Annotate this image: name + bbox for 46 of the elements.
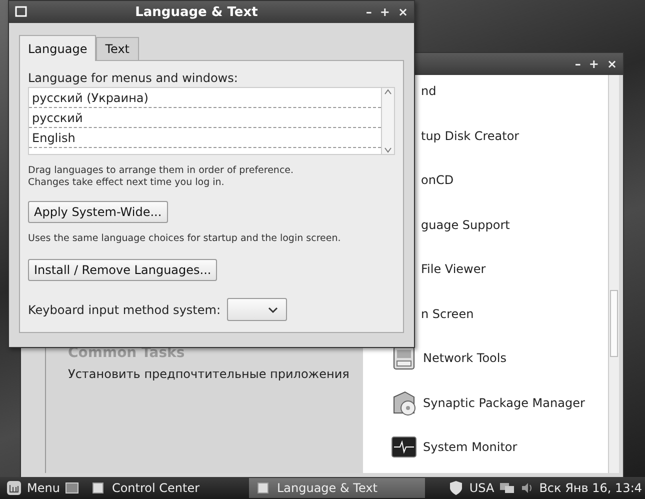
apply-system-wide-button[interactable]: Apply System-Wide... — [28, 201, 168, 223]
window-icon — [15, 6, 27, 18]
scrollbar[interactable] — [381, 88, 394, 154]
taskbar-button[interactable]: Control Center — [84, 478, 214, 498]
app-item[interactable]: tup Disk Creator — [421, 128, 520, 143]
window-control[interactable]: + — [588, 57, 599, 71]
hint-text: Changes take effect next time you log in. — [28, 177, 226, 189]
window-control[interactable]: × — [606, 57, 617, 71]
app-item[interactable]: n Screen — [421, 306, 474, 321]
input-method-dropdown[interactable] — [226, 298, 286, 321]
package-disc-icon — [391, 388, 417, 417]
window-icon — [256, 482, 269, 494]
scrollbar[interactable] — [608, 75, 619, 473]
task-link[interactable]: Установить предпочтительные приложения — [68, 367, 363, 381]
window-control[interactable]: + — [380, 5, 390, 19]
network-icon — [499, 481, 516, 495]
clock[interactable]: Вск Янв 16, 13:4 — [539, 481, 642, 495]
language-item[interactable]: русский (Украина) — [29, 88, 381, 108]
window-control[interactable]: – — [574, 57, 581, 71]
tab[interactable]: Text — [96, 37, 139, 60]
app-item[interactable]: nd — [421, 84, 436, 98]
list-label: Language for menus and windows: — [28, 71, 239, 85]
chevron-down-icon — [268, 306, 278, 314]
window-icon — [92, 482, 104, 494]
input-method-label: Keyboard input method system: — [28, 302, 220, 316]
install-languages-button[interactable]: Install / Remove Languages... — [28, 259, 218, 281]
shield-icon — [448, 480, 464, 496]
app-item[interactable]: Network Tools — [423, 351, 506, 366]
app-item[interactable]: guage Support — [421, 218, 510, 232]
hint-text: Uses the same language choices for startup and the login screen. — [28, 233, 342, 245]
window-control[interactable]: × — [398, 5, 408, 19]
volume-icon — [520, 481, 534, 495]
system-monitor-icon — [391, 435, 417, 460]
app-item[interactable]: onCD — [421, 173, 454, 188]
hint-text: Drag languages to arrange them in order of preference. — [28, 165, 295, 177]
menu-logo-icon[interactable] — [6, 480, 22, 496]
window-title: Language & Text — [134, 4, 259, 20]
window-control[interactable]: – — [366, 5, 372, 19]
desktop-icon[interactable] — [64, 482, 79, 494]
tab[interactable]: Language — [19, 35, 96, 61]
app-item[interactable]: Synaptic Package Manager — [423, 396, 585, 410]
app-item[interactable]: File Viewer — [421, 262, 486, 276]
menu-label[interactable]: Menu — [27, 481, 60, 495]
taskbar-button[interactable]: Language & Text — [248, 478, 425, 498]
keyboard-layout[interactable]: USA — [469, 481, 494, 495]
app-item[interactable]: System Monitor — [423, 440, 518, 454]
